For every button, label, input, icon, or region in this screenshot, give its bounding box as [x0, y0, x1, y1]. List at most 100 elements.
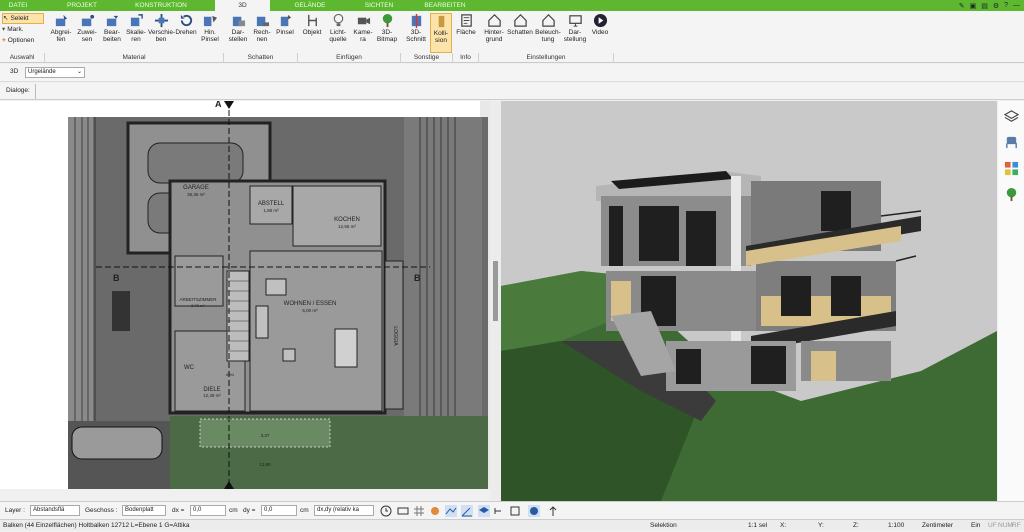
clock-icon[interactable] [380, 505, 392, 517]
selekt-button[interactable]: ↖ Selekt [2, 13, 44, 24]
dx-unit: cm [229, 507, 238, 514]
tab-bearbeiten[interactable]: BEARBEITEN [415, 0, 475, 11]
zuweisen-button[interactable]: Zuwei- sen [75, 13, 99, 53]
status-uf: UF [988, 522, 997, 529]
divider [35, 84, 36, 99]
kamera-button[interactable]: Kame- ra [352, 13, 374, 53]
ortho-icon[interactable] [429, 505, 441, 517]
chevron-down-icon: ⌄ [76, 69, 82, 75]
status-y: Y: [818, 522, 824, 529]
group-einfuegen: Einfügen [298, 53, 401, 63]
mark-button[interactable]: ▾ Mark. [2, 24, 44, 35]
abgreifen-button[interactable]: Abgrei- fen [48, 13, 74, 53]
rotate-icon [180, 14, 192, 27]
dy-input[interactable]: 0,0 [261, 505, 297, 516]
print-icon[interactable]: ▤ [981, 2, 988, 10]
status-rf: RF [1012, 522, 1021, 529]
view-mode-label: 3D [10, 68, 19, 75]
shadow-brush-icon [280, 14, 291, 27]
room-wohnen-essen-area: 5,00 m² [302, 308, 318, 313]
plan-vscroll-thumb[interactable] [493, 261, 498, 321]
snap-icon[interactable] [397, 505, 409, 517]
skalieren-button[interactable]: Skalie- ren [124, 13, 148, 53]
bearbeiten-material-button[interactable]: Bear- beiten [100, 13, 124, 53]
tab-konstruktion[interactable]: KONSTRUKTION [126, 0, 196, 11]
room-diele-area: 12,49 m² [203, 393, 221, 398]
area-icon [460, 14, 472, 27]
dialog-bar: Dialoge: [0, 83, 1024, 100]
flaeche-button[interactable]: Fläche [455, 13, 477, 53]
terrain-select[interactable]: Urgelände ⌄ [25, 67, 85, 78]
grid-icon[interactable] [413, 505, 425, 517]
geschoss-select[interactable]: Bodenplatt [122, 505, 166, 516]
catch-icon[interactable] [445, 505, 457, 517]
layer-select[interactable]: Abstandsflä [30, 505, 80, 516]
tab-projekt[interactable]: PROJEKT [60, 0, 104, 11]
3d-bitmap-button[interactable]: 3D- Bitmap [375, 13, 399, 53]
schatten-pinsel-button[interactable]: Pinsel [274, 13, 296, 53]
minimize-icon[interactable]: — [1013, 2, 1020, 9]
navigation-icon[interactable] [528, 505, 540, 517]
background-house-icon [487, 14, 501, 27]
status-x: X: [780, 522, 787, 529]
settings-icon[interactable]: ⚙ [993, 2, 999, 10]
3d-bottom-toolbar [501, 501, 1024, 519]
tab-sichten[interactable]: SICHTEN [356, 0, 402, 11]
coordinate-mode-select[interactable]: dx,dy (relativ ka [314, 505, 374, 516]
arrow-up-icon[interactable] [547, 505, 559, 517]
layers-icon[interactable] [1004, 109, 1019, 124]
3d-view[interactable] [501, 101, 997, 501]
floor-plan-view[interactable]: GARAGE 36,36 m² ABSTELL 1,88 m² KOCHEN 1… [0, 101, 490, 489]
layer-view-icon[interactable] [478, 505, 490, 517]
plan-vertical-scrollbar[interactable] [490, 101, 501, 501]
filter-icon[interactable] [509, 505, 521, 517]
dim-label: 3,37 [261, 433, 270, 438]
tab-gelaende[interactable]: GELÄNDE [286, 0, 334, 11]
3d-schnitt-button[interactable]: 3D- Schnitt [403, 13, 429, 53]
lichtquelle-button[interactable]: Licht- quelle [325, 13, 351, 53]
layer-label: Layer : [5, 507, 25, 514]
eyedropper-icon [55, 14, 67, 27]
status-ein: Ein [971, 522, 981, 529]
tab-datei[interactable]: DATEI [0, 0, 36, 11]
schatten-settings-button[interactable]: Schatten [507, 13, 533, 53]
darstellung-button[interactable]: Dar- stellung [562, 13, 588, 53]
angle-icon[interactable] [461, 505, 473, 517]
materials-icon[interactable] [1004, 161, 1019, 176]
room-kochen-area: 12,55 m² [338, 224, 356, 229]
plus-icon: + [2, 37, 6, 44]
move-icon [154, 13, 168, 28]
dy-label: dy = [243, 507, 256, 514]
dx-input[interactable]: 0,0 [190, 505, 226, 516]
chair-catalog-icon[interactable] [1004, 135, 1019, 150]
hin-pinsel-button[interactable]: Hin. Pinsel [198, 13, 222, 53]
help-icon[interactable]: ? [1004, 2, 1008, 9]
group-auswahl: Auswahl [0, 53, 45, 63]
status-info: Balken (44 Einzelflächen) Holtbalken 127… [3, 522, 190, 529]
darstellen-button[interactable]: Dar- stellen [226, 13, 250, 53]
verschieben-button[interactable]: Verschie- ben [148, 13, 175, 53]
shadow-house-icon [513, 14, 527, 27]
3d-house-render [501, 101, 997, 501]
right-toolbar [998, 101, 1024, 501]
drehen-button[interactable]: Drehen [174, 13, 198, 53]
rechnen-button[interactable]: Rech- nen [250, 13, 274, 53]
cursor-icon: ↖ [3, 15, 9, 22]
view-toolbar: 3D Urgelände ⌄ [0, 64, 1024, 82]
dim-label: 8,94 [226, 372, 235, 377]
hintergrund-button[interactable]: Hinter- grund [481, 13, 507, 53]
beleuchtung-button[interactable]: Beleuch- tung [534, 13, 562, 53]
save-icon[interactable]: ▣ [970, 2, 977, 10]
video-button[interactable]: Video [589, 13, 611, 53]
status-zoom: 1:100 [888, 522, 905, 529]
tools-icon[interactable]: ✎ [959, 2, 965, 10]
lightbulb-icon [333, 13, 343, 27]
objekt-button[interactable]: Objekt [300, 13, 324, 53]
room-garage-area: 36,36 m² [187, 192, 205, 197]
tab-3d[interactable]: 3D [215, 0, 270, 11]
optionen-button[interactable]: + Optionen [2, 35, 44, 46]
kollision-button[interactable]: Kolli- sion [430, 13, 452, 53]
room-garage: GARAGE [183, 185, 209, 191]
room-wohnen-essen: WOHNEN / ESSEN [284, 301, 337, 307]
tree-catalog-icon[interactable] [1004, 187, 1019, 202]
